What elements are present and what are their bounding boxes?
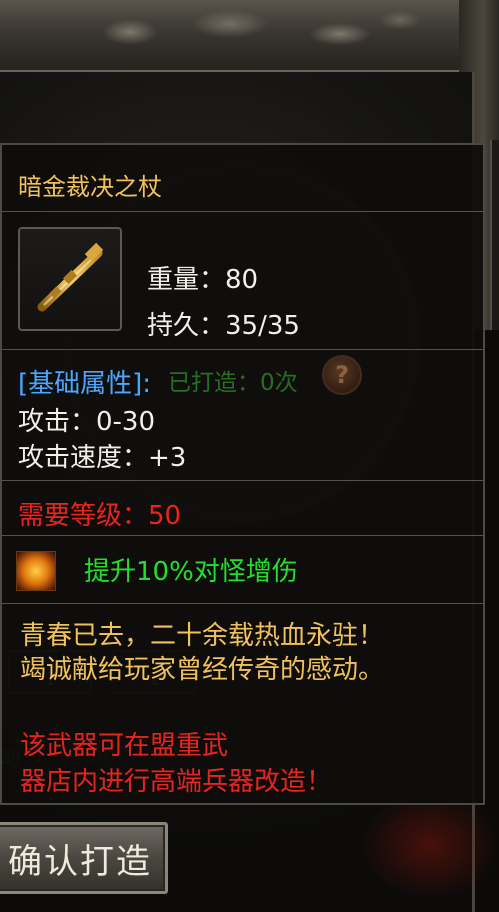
golden-staff-icon: [37, 242, 104, 312]
scrollbar[interactable]: [490, 140, 499, 330]
weight-value: 80: [225, 265, 259, 295]
weight-label: 重量：: [147, 265, 226, 295]
attack-speed-stat: 攻击速度：+3: [18, 443, 187, 473]
durability-row: 持久：35/35: [147, 305, 300, 342]
item-icon-slot: [18, 227, 122, 331]
flavor-text-line: 竭诚献给玩家曾经传奇的感动。: [20, 655, 385, 685]
durability-value: 35/35: [225, 311, 300, 341]
required-level: 需要等级：50: [18, 495, 181, 532]
help-icon[interactable]: ?: [322, 355, 362, 395]
upgrade-note-line: 该武器可在盟重武: [20, 731, 229, 761]
flavor-text-line: 青春已去，二十余载热血永驻！: [20, 621, 385, 651]
fire-skill-icon: [16, 551, 56, 591]
required-level-label: 需要等级：: [18, 501, 149, 531]
divider: [2, 349, 483, 350]
base-attributes-heading: [基础属性]:: [18, 369, 152, 399]
dragon-ornament-icon: [60, 2, 420, 57]
upgrade-note-line: 器店内进行高端兵器改造！: [20, 767, 333, 797]
divider: [2, 603, 483, 604]
monster-damage-bonus: 提升10%对怪增伤: [84, 557, 298, 587]
item-name: 暗金裁决之杖: [18, 173, 162, 201]
weight-row: 重量：80: [147, 259, 258, 296]
attack-stat: 攻击：0-30: [18, 407, 156, 437]
forged-count: 已打造：0次: [168, 370, 298, 396]
confirm-forge-button[interactable]: 确认打造: [0, 822, 168, 894]
required-level-value: 50: [148, 501, 182, 531]
item-tooltip: 暗金裁决之杖 重量：80 持久：35/35 已打造：0次 ? [基础属性]: 攻…: [0, 143, 485, 805]
divider: [2, 535, 483, 536]
durability-label: 持久：: [147, 311, 226, 341]
panel-top-frame: [0, 0, 499, 73]
fire-glow: [360, 790, 499, 900]
divider: [2, 211, 483, 212]
divider: [2, 480, 483, 481]
